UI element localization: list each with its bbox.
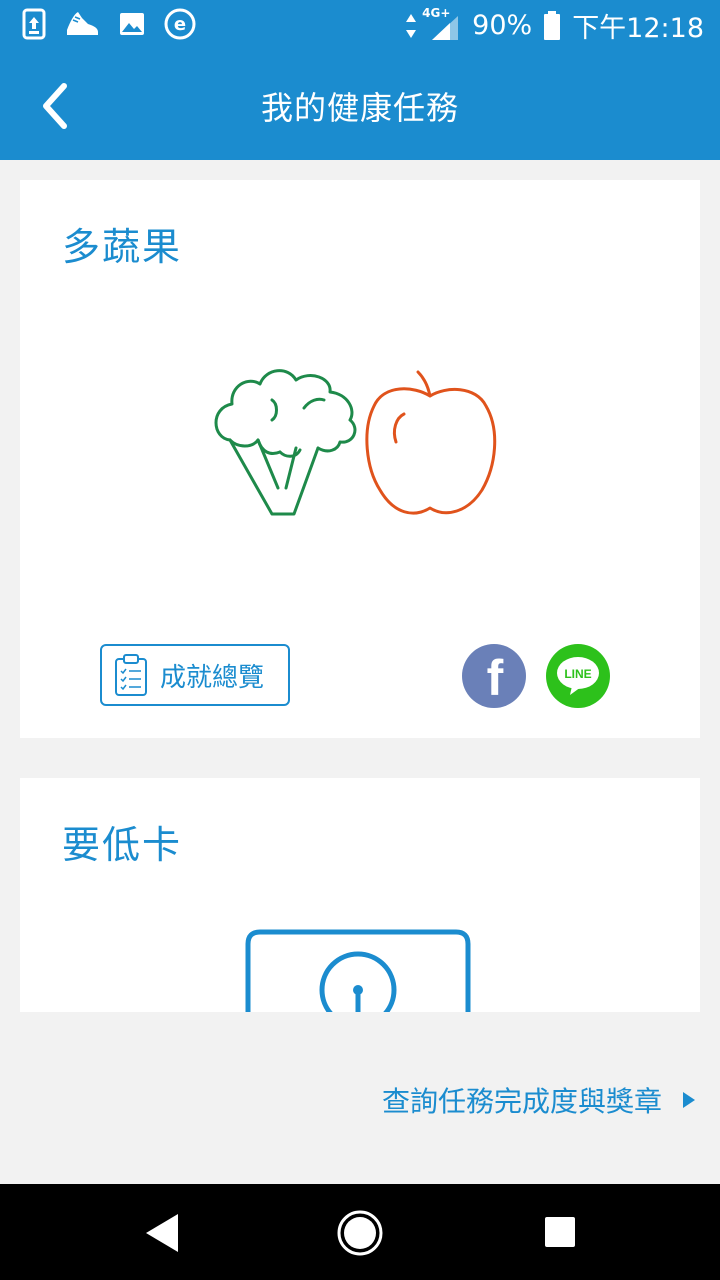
back-triangle-icon [146,1214,178,1252]
query-completion-label: 查詢任務完成度與獎章 [381,1085,662,1118]
image-icon [120,13,144,35]
recents-square-icon [545,1217,575,1247]
apple-icon [365,370,497,515]
data-arrows-icon [406,13,417,38]
play-arrow-icon [683,1092,695,1108]
achievement-overview-label: 成就總覽 [160,662,265,693]
facebook-letter: f [487,650,504,706]
task-card-low-calorie: 要低卡 [20,778,700,1012]
line-share-button[interactable]: LINE [546,644,610,708]
nav-back-button[interactable] [138,1208,188,1258]
clock: 下午12:18 [572,13,704,44]
facebook-icon: f [487,650,504,706]
status-bar: e 4G+ 90% 下午12:18 [0,0,720,50]
signal-icon [432,15,459,40]
task-title: 多蔬果 [62,225,183,269]
system-nav-bar [0,1184,720,1280]
nav-recents-button[interactable] [536,1208,586,1258]
home-circle-icon [337,1210,383,1256]
battery-icon [544,10,561,40]
sneaker-icon [67,12,98,35]
clipboard-checklist-icon [115,654,147,696]
facebook-share-button[interactable]: f [462,644,526,708]
broccoli-icon [214,369,357,516]
task-illustration [214,369,497,516]
achievement-overview-button[interactable]: 成就總覽 [100,644,290,706]
task-card-vegetables-fruits: 多蔬果 成就總覽 f LINE [20,180,700,738]
status-bar-notifications: e [22,8,196,40]
upload-icon [22,8,46,40]
battery-percent: 90% [472,10,533,41]
svg-text:e: e [174,14,186,35]
nav-home-button[interactable] [335,1208,385,1258]
line-icon: LINE [557,657,599,695]
e-app-icon: e [164,8,196,40]
app-bar: 我的健康任務 [0,50,720,160]
query-completion-link[interactable]: 查詢任務完成度與獎章 [382,1080,696,1120]
signal-group: 4G+ [422,6,462,42]
page-title: 我的健康任務 [260,89,459,127]
scale-icon [245,929,471,1012]
status-bar-system: 4G+ 90% 下午12:18 [404,6,704,45]
task-title: 要低卡 [62,823,183,867]
line-label: LINE [564,667,591,681]
